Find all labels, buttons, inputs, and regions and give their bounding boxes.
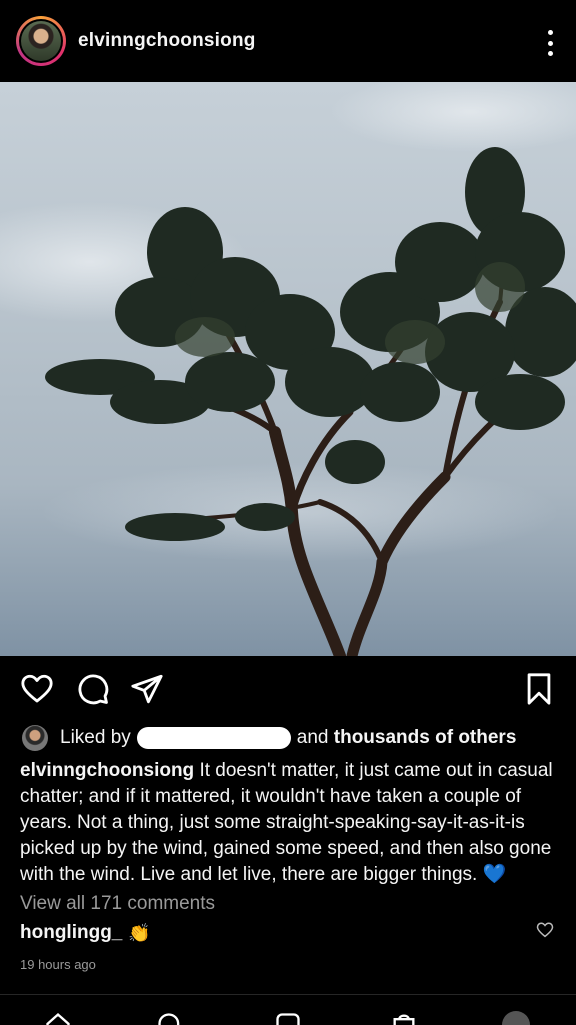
avatar-border (19, 19, 63, 63)
profile-avatar[interactable] (16, 16, 66, 66)
search-icon[interactable] (156, 1011, 184, 1025)
bottom-nav (0, 994, 576, 1025)
more-options-icon[interactable] (546, 30, 554, 56)
post-header: elvinngchoonsiong (0, 0, 576, 82)
view-all-comments-link[interactable]: View all 171 comments (20, 893, 215, 915)
tree-image (0, 82, 576, 656)
liked-by-others[interactable]: thousands of others (334, 727, 517, 749)
post-photo[interactable] (0, 82, 576, 656)
redacted-username (137, 727, 291, 749)
comment-icon[interactable] (76, 672, 110, 706)
caption-username[interactable]: elvinngchoonsiong (20, 760, 194, 781)
avatar-image (21, 21, 61, 61)
post-username[interactable]: elvinngchoonsiong (78, 30, 256, 52)
liked-by-and: and (297, 727, 329, 749)
blue-heart-emoji: 💙 (483, 864, 507, 885)
home-icon[interactable] (44, 1011, 72, 1025)
heart-icon[interactable] (20, 672, 54, 706)
comment-row: honglingg_ 👏 (20, 922, 151, 944)
likes-line[interactable]: Liked by and thousands of others (22, 724, 516, 752)
clapping-emoji: 👏 (128, 923, 150, 944)
post-actions (0, 664, 576, 714)
send-icon[interactable] (130, 672, 164, 706)
bookmark-icon[interactable] (522, 672, 556, 706)
profile-tab-avatar[interactable] (502, 1011, 530, 1025)
post-caption: elvinngchoonsiong It doesn't matter, it … (20, 758, 560, 888)
new-post-icon[interactable] (274, 1011, 302, 1025)
comment-heart-icon[interactable] (536, 921, 554, 939)
liker-avatar (22, 725, 48, 751)
liked-by-label: Liked by (60, 727, 131, 749)
post-timestamp: 19 hours ago (20, 957, 96, 972)
shop-icon[interactable] (390, 1011, 418, 1025)
comment-username[interactable]: honglingg_ (20, 922, 122, 944)
